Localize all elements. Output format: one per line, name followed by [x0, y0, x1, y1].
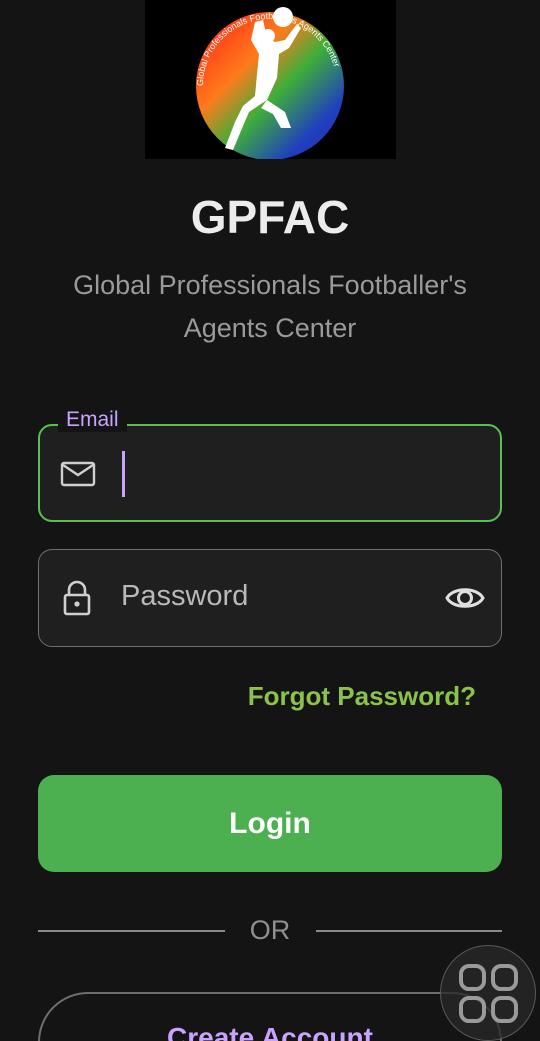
login-button[interactable]: Login [38, 775, 502, 872]
create-account-label: Create Account [167, 1022, 373, 1041]
app-logo: Global Professionals Footballer's Agents… [145, 0, 396, 159]
app-subtitle-line2: Agents Center [183, 313, 357, 343]
divider-line-left [38, 930, 225, 932]
email-input[interactable] [122, 426, 422, 521]
floating-menu-button[interactable] [440, 945, 536, 1041]
app-title: GPFAC [190, 191, 350, 243]
logo-image: Global Professionals Footballer's Agents… [195, 7, 344, 159]
email-field[interactable]: Email [38, 408, 502, 522]
email-field-label: Email [58, 408, 127, 432]
divider-line-right [316, 930, 502, 932]
mail-icon [60, 456, 96, 492]
grid-icon [459, 964, 518, 1023]
app-subtitle-line1: Global Professionals Footballer's [73, 270, 467, 300]
divider-or-text: OR [249, 915, 291, 945]
create-account-button[interactable]: Create Account [38, 992, 502, 1041]
forgot-password-link[interactable]: Forgot Password? [248, 681, 476, 712]
password-field[interactable]: Password [38, 549, 502, 647]
login-screen: Global Professionals Footballer's Agents… [0, 0, 540, 1041]
password-placeholder: Password [121, 580, 249, 612]
lock-icon [59, 580, 95, 616]
eye-icon[interactable] [445, 578, 485, 618]
app-subtitle: Global Professionals Footballer's Agents… [30, 264, 510, 350]
